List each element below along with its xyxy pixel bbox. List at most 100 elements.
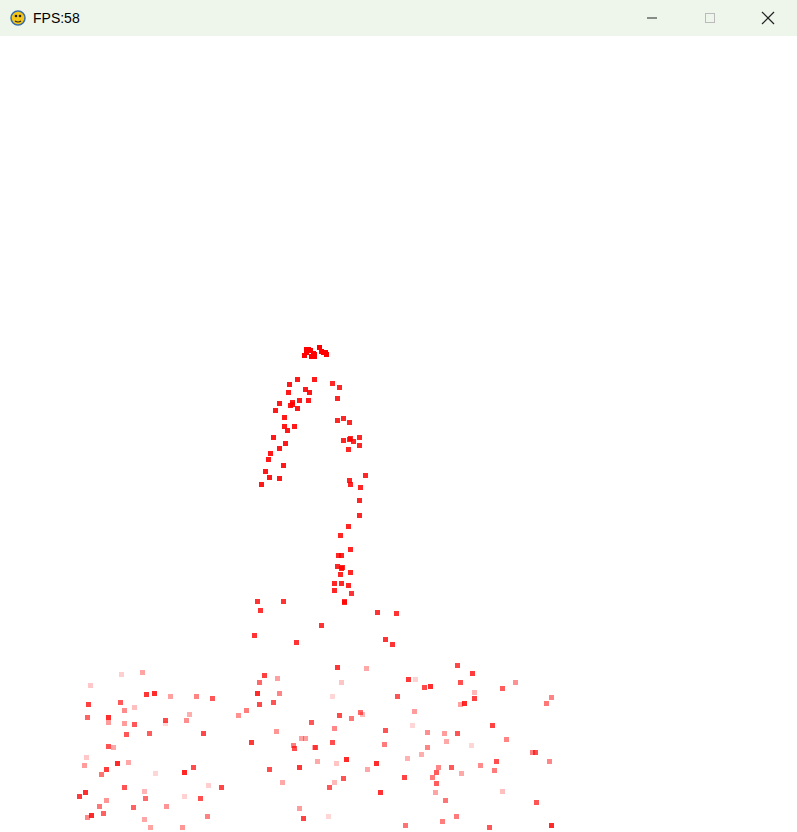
particle [487,825,492,830]
particle [282,424,287,429]
particle [349,716,354,721]
particle [297,398,302,403]
particle [504,737,509,742]
particle [111,745,116,750]
particle [142,817,147,822]
particle [337,385,342,390]
particle [132,705,137,710]
particle [395,694,400,699]
particle [335,418,340,423]
particle [494,759,499,764]
particle [337,713,342,718]
particle [83,790,88,795]
particle [259,482,264,487]
particle [104,798,109,803]
particle [273,408,278,413]
particle [282,415,287,420]
particle [280,780,285,785]
particle [403,823,408,828]
particle [425,730,430,735]
particle [332,726,337,731]
particle [425,745,430,750]
particle [115,761,120,766]
particle [500,686,505,691]
particle [469,743,474,748]
particle [530,750,535,755]
particle [390,642,395,647]
particle [323,350,328,355]
particle [101,811,106,816]
particle [77,794,82,799]
maximize-button[interactable] [681,0,739,36]
particle [164,804,169,809]
particle [140,670,145,675]
particle [182,770,187,775]
particle [348,482,353,487]
particle [433,790,438,795]
particle [357,435,362,440]
particle [244,708,249,713]
particle [312,377,317,382]
particle [440,819,445,824]
particle [277,446,282,451]
particle [180,825,185,830]
particle [434,770,439,775]
particle [434,781,439,786]
particle [500,789,505,794]
particle [82,763,87,768]
game-canvas[interactable] [0,36,797,832]
particle [124,732,129,737]
particle [131,805,136,810]
particle [286,390,291,395]
minimize-icon [646,12,658,24]
particle [163,718,168,723]
minimize-button[interactable] [623,0,681,36]
window-title: FPS:58 [33,10,80,26]
particle [277,401,282,406]
particle [187,712,192,717]
particle [492,768,497,773]
particle [442,731,447,736]
particle [292,424,297,429]
particle [299,736,304,741]
particle [309,720,314,725]
particle [86,702,91,707]
particle [307,390,312,395]
particle [443,798,448,803]
particle [191,765,196,770]
particle [274,729,279,734]
particle [335,396,340,401]
particle [85,715,90,720]
particle [106,720,111,725]
particle [472,690,477,695]
particle [378,790,383,795]
particle [262,673,267,678]
particle [297,765,302,770]
particle [148,825,153,830]
close-button[interactable] [739,0,797,36]
particle [364,666,369,671]
particle [182,794,187,799]
particle [470,671,475,676]
particle [122,721,127,726]
particle [534,800,539,805]
particle [412,709,417,714]
particle [410,723,415,728]
particle [342,599,347,604]
particle [348,547,353,552]
particle [277,691,282,696]
particle [294,640,299,645]
particle [455,663,460,668]
particle [126,760,131,765]
particle [326,814,331,819]
particle [266,457,271,462]
particle [309,354,314,359]
particle [339,680,344,685]
maximize-icon [704,12,716,24]
particle [201,731,206,736]
particle [375,610,380,615]
particle [449,765,454,770]
particle [458,680,463,685]
particle [267,475,272,480]
particle [312,745,317,750]
